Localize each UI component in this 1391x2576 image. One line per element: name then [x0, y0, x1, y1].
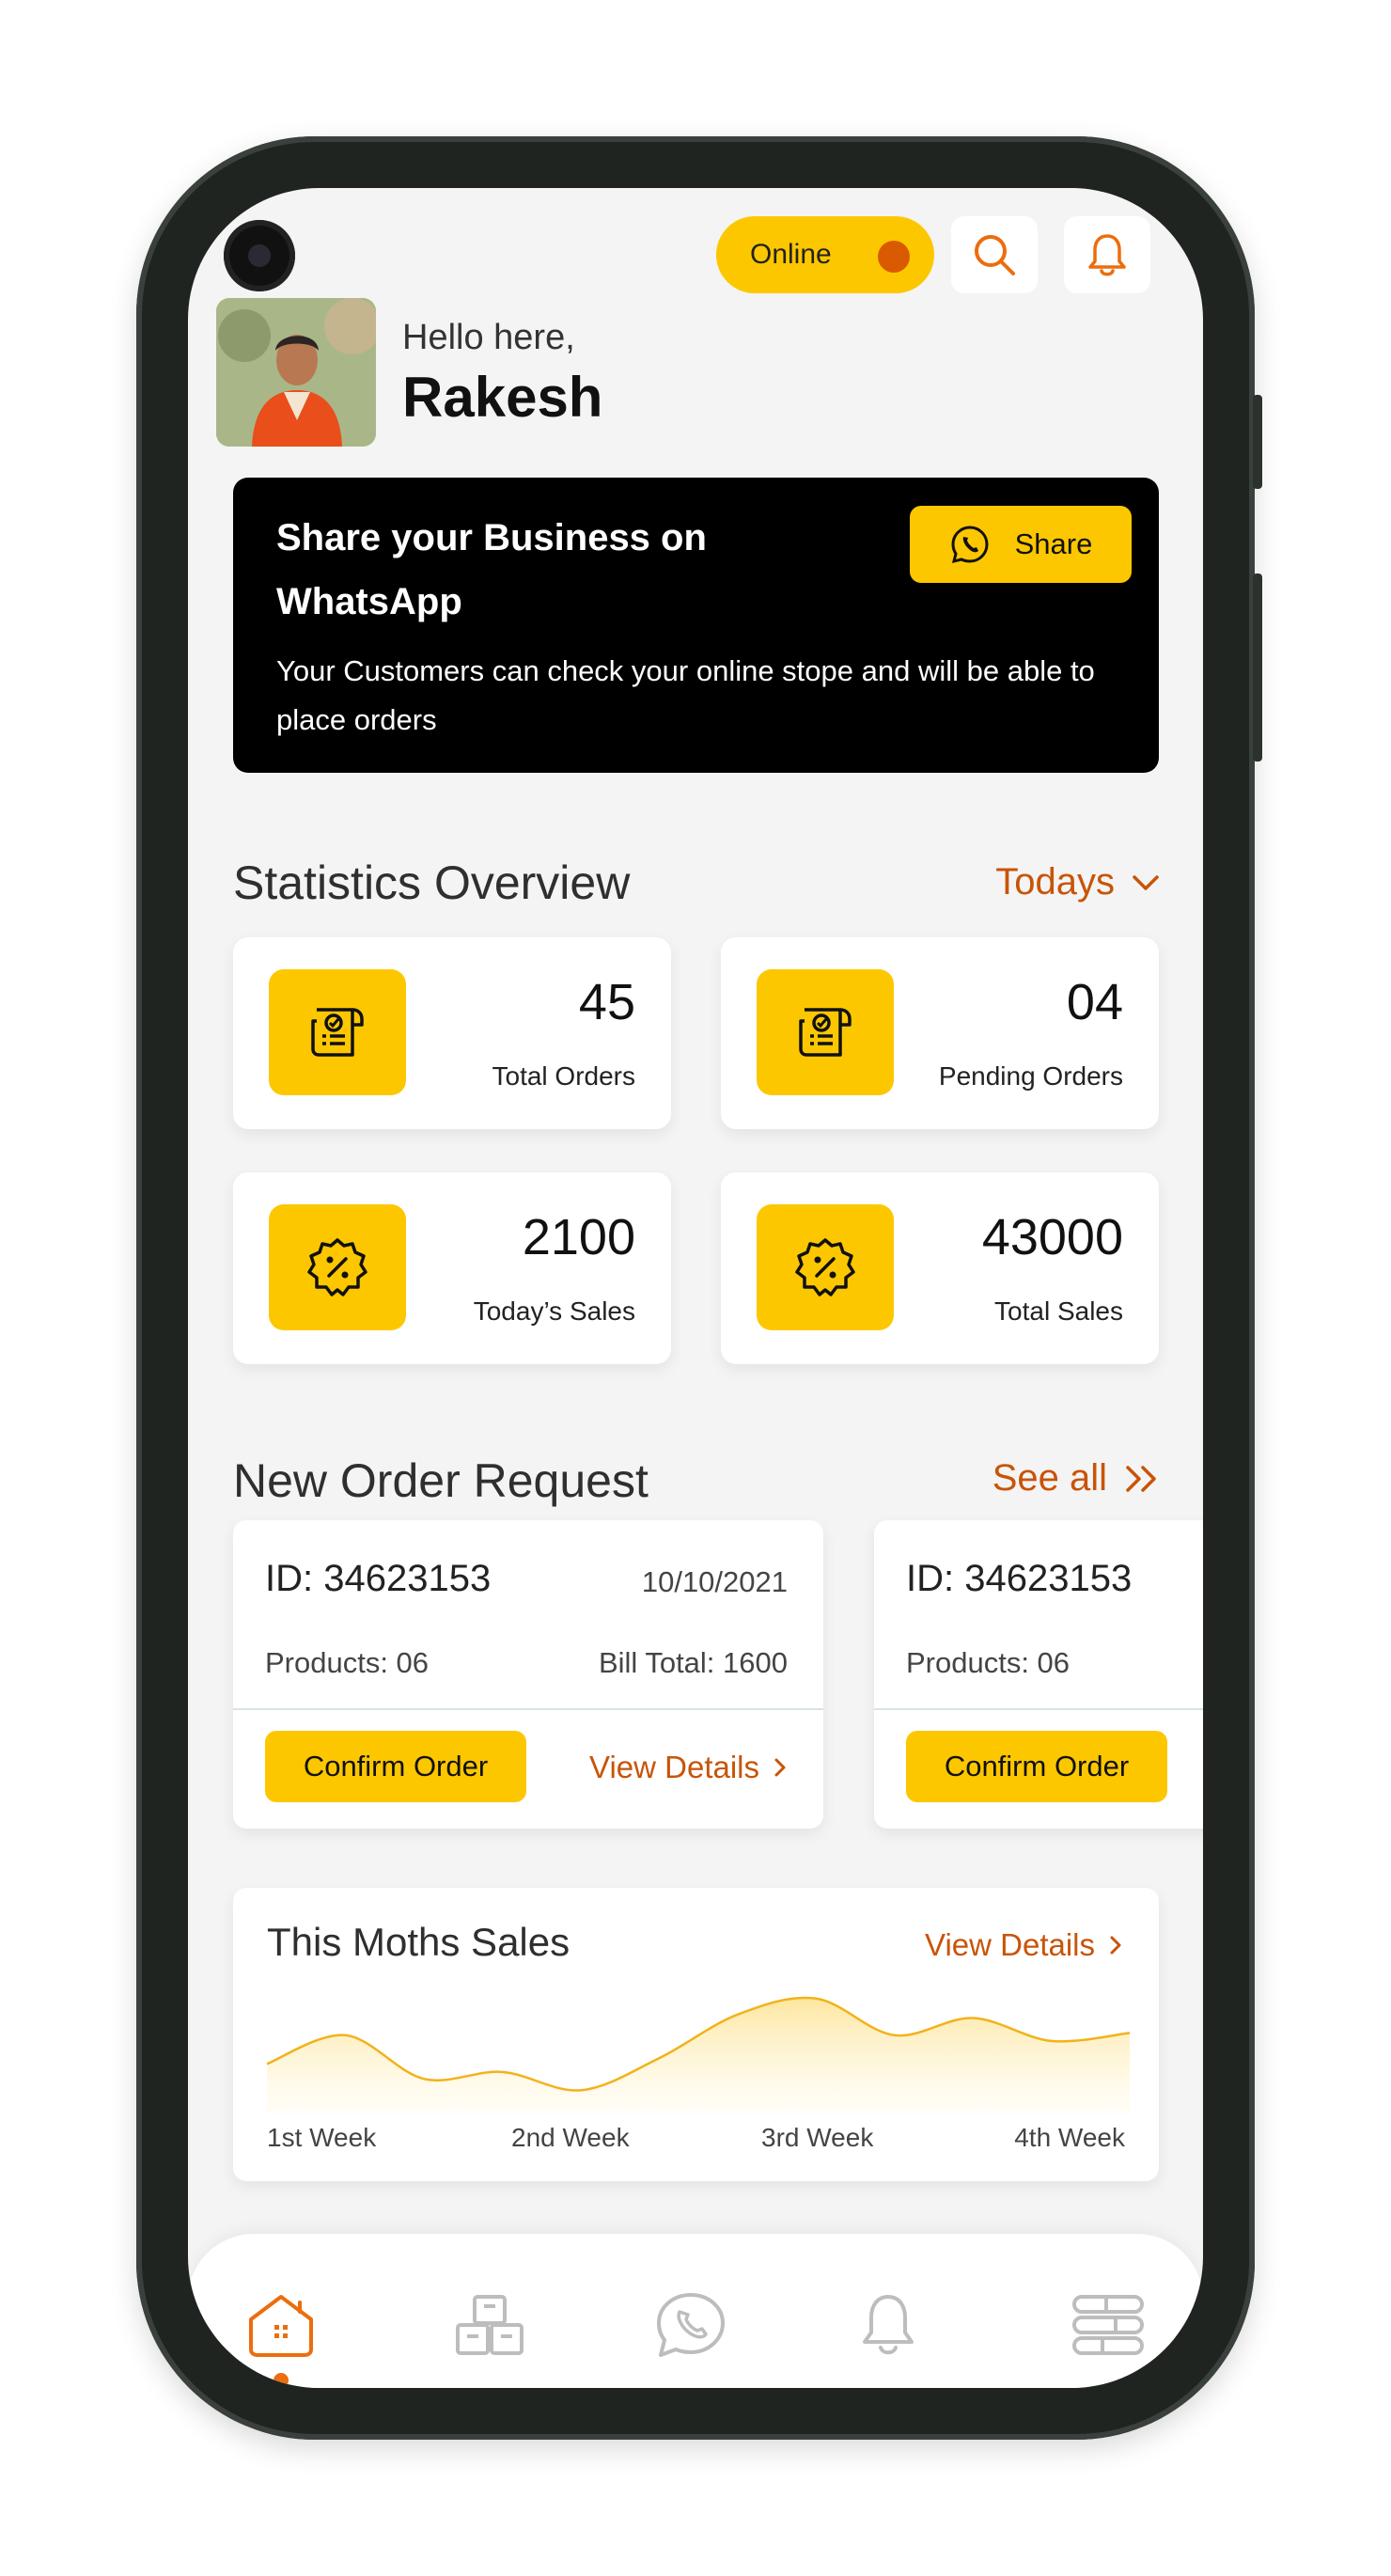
order-card[interactable]: ID: 34623153 Products: 06 Confirm Order [874, 1520, 1203, 1829]
whatsapp-icon [951, 526, 989, 564]
order-products-count: Products: 06 [906, 1646, 1071, 1679]
sales-view-details-link[interactable]: View Details [925, 1927, 1123, 1963]
stat-label: Pending Orders [938, 1061, 1123, 1091]
notifications-button[interactable] [1064, 216, 1150, 293]
chevron-down-icon [1133, 874, 1159, 890]
nav-whatsapp[interactable] [649, 2283, 733, 2367]
whatsapp-icon [657, 2293, 725, 2357]
order-date: 10/10/2021 [641, 1565, 788, 1598]
bell-icon [863, 2295, 914, 2355]
chevron-right-icon [1110, 1936, 1121, 1955]
chart-x-label: 4th Week [1014, 2123, 1125, 2152]
order-products-count: Products: 06 [265, 1646, 430, 1679]
order-bill-total: Bill Total: 1600 [598, 1646, 788, 1679]
invoice-icon [799, 1008, 852, 1057]
monthly-sales-card: This Moths Sales View Details 1st Week 2… [233, 1888, 1159, 2181]
sales-area-fill [267, 1997, 1130, 2113]
front-camera [224, 220, 295, 291]
see-all-link[interactable]: See all [992, 1457, 1160, 1500]
sales-title: This Moths Sales [267, 1920, 570, 1964]
nav-notifications[interactable] [846, 2283, 930, 2367]
stat-label: Total Sales [994, 1296, 1123, 1326]
stat-card-total-orders[interactable]: 45 Total Orders [233, 937, 671, 1129]
see-all-label: See all [992, 1457, 1107, 1499]
phone-power-button [1253, 573, 1262, 762]
invoice-icon [311, 1008, 364, 1057]
order-divider [874, 1708, 1203, 1710]
confirm-order-button[interactable]: Confirm Order [265, 1731, 526, 1802]
orders-boxes-icon [456, 2295, 524, 2355]
chart-x-label: 3rd Week [761, 2123, 874, 2152]
order-card[interactable]: ID: 34623153 10/10/2021 Products: 06 Bil… [233, 1520, 823, 1829]
double-chevron-right-icon [1126, 1465, 1156, 1492]
stat-icon-box [757, 969, 894, 1095]
share-button-label: Share [1014, 527, 1093, 560]
view-details-label: View Details [589, 1750, 759, 1784]
user-avatar[interactable] [216, 298, 376, 447]
stat-icon-box [757, 1204, 894, 1330]
stat-value: 45 [578, 974, 635, 1030]
chart-x-label: 1st Week [267, 2123, 377, 2152]
stat-label: Total Orders [492, 1061, 636, 1091]
stat-value: 04 [1066, 974, 1123, 1030]
period-dropdown[interactable]: Todays [995, 861, 1160, 903]
stat-value: 2100 [522, 1209, 635, 1265]
banner-description: Your Customers can check your online sto… [276, 654, 1095, 736]
phone-frame: Online Hello here, Rakesh Share your Bus… [136, 136, 1262, 2440]
period-dropdown-label: Todays [995, 861, 1115, 903]
chevron-right-icon [774, 1758, 786, 1777]
stat-card-todays-sales[interactable]: 2100 Today’s Sales [233, 1172, 671, 1364]
bell-icon [1088, 234, 1126, 276]
stat-icon-box [269, 969, 406, 1095]
order-divider [233, 1708, 823, 1710]
statistics-title: Statistics Overview [233, 856, 631, 909]
stat-card-total-sales[interactable]: 43000 Total Sales [721, 1172, 1159, 1364]
stat-icon-box [269, 1204, 406, 1330]
menu-icon [1072, 2295, 1144, 2355]
greeting-text: Hello here, [402, 318, 575, 357]
new-orders-title: New Order Request [233, 1454, 649, 1507]
phone-volume-button [1253, 395, 1262, 489]
user-name: Rakesh [402, 366, 603, 429]
view-details-link[interactable]: View Details [589, 1750, 788, 1785]
order-id: ID: 34623153 [265, 1558, 492, 1599]
avatar-photo [216, 298, 376, 447]
stat-card-pending-orders[interactable]: 04 Pending Orders [721, 937, 1159, 1129]
stat-label: Today’s Sales [473, 1296, 635, 1326]
app-screen: Online Hello here, Rakesh Share your Bus… [188, 188, 1203, 2388]
active-nav-indicator [274, 2373, 289, 2388]
share-button[interactable]: Share [910, 506, 1132, 583]
search-button[interactable] [951, 216, 1038, 293]
order-id: ID: 34623153 [906, 1558, 1133, 1599]
home-icon [249, 2295, 313, 2357]
discount-badge-icon [795, 1238, 855, 1296]
banner-title: Share your Business on WhatsApp [276, 517, 707, 622]
online-status-label: Online [750, 239, 832, 270]
stat-value: 43000 [981, 1209, 1123, 1265]
whatsapp-share-banner: Share your Business on WhatsApp Your Cus… [233, 478, 1159, 773]
online-status-toggle[interactable]: Online [716, 216, 934, 293]
bottom-navigation [188, 2234, 1203, 2388]
nav-home[interactable] [239, 2283, 323, 2367]
chart-x-label: 2nd Week [511, 2123, 630, 2152]
confirm-order-button[interactable]: Confirm Order [906, 1731, 1167, 1802]
sales-area-chart [267, 1996, 1130, 2113]
sales-view-details-label: View Details [925, 1927, 1095, 1962]
search-icon [975, 235, 1015, 275]
online-status-dot [878, 241, 910, 273]
nav-orders[interactable] [447, 2283, 532, 2367]
discount-badge-icon [307, 1238, 367, 1296]
nav-menu[interactable] [1066, 2283, 1150, 2367]
